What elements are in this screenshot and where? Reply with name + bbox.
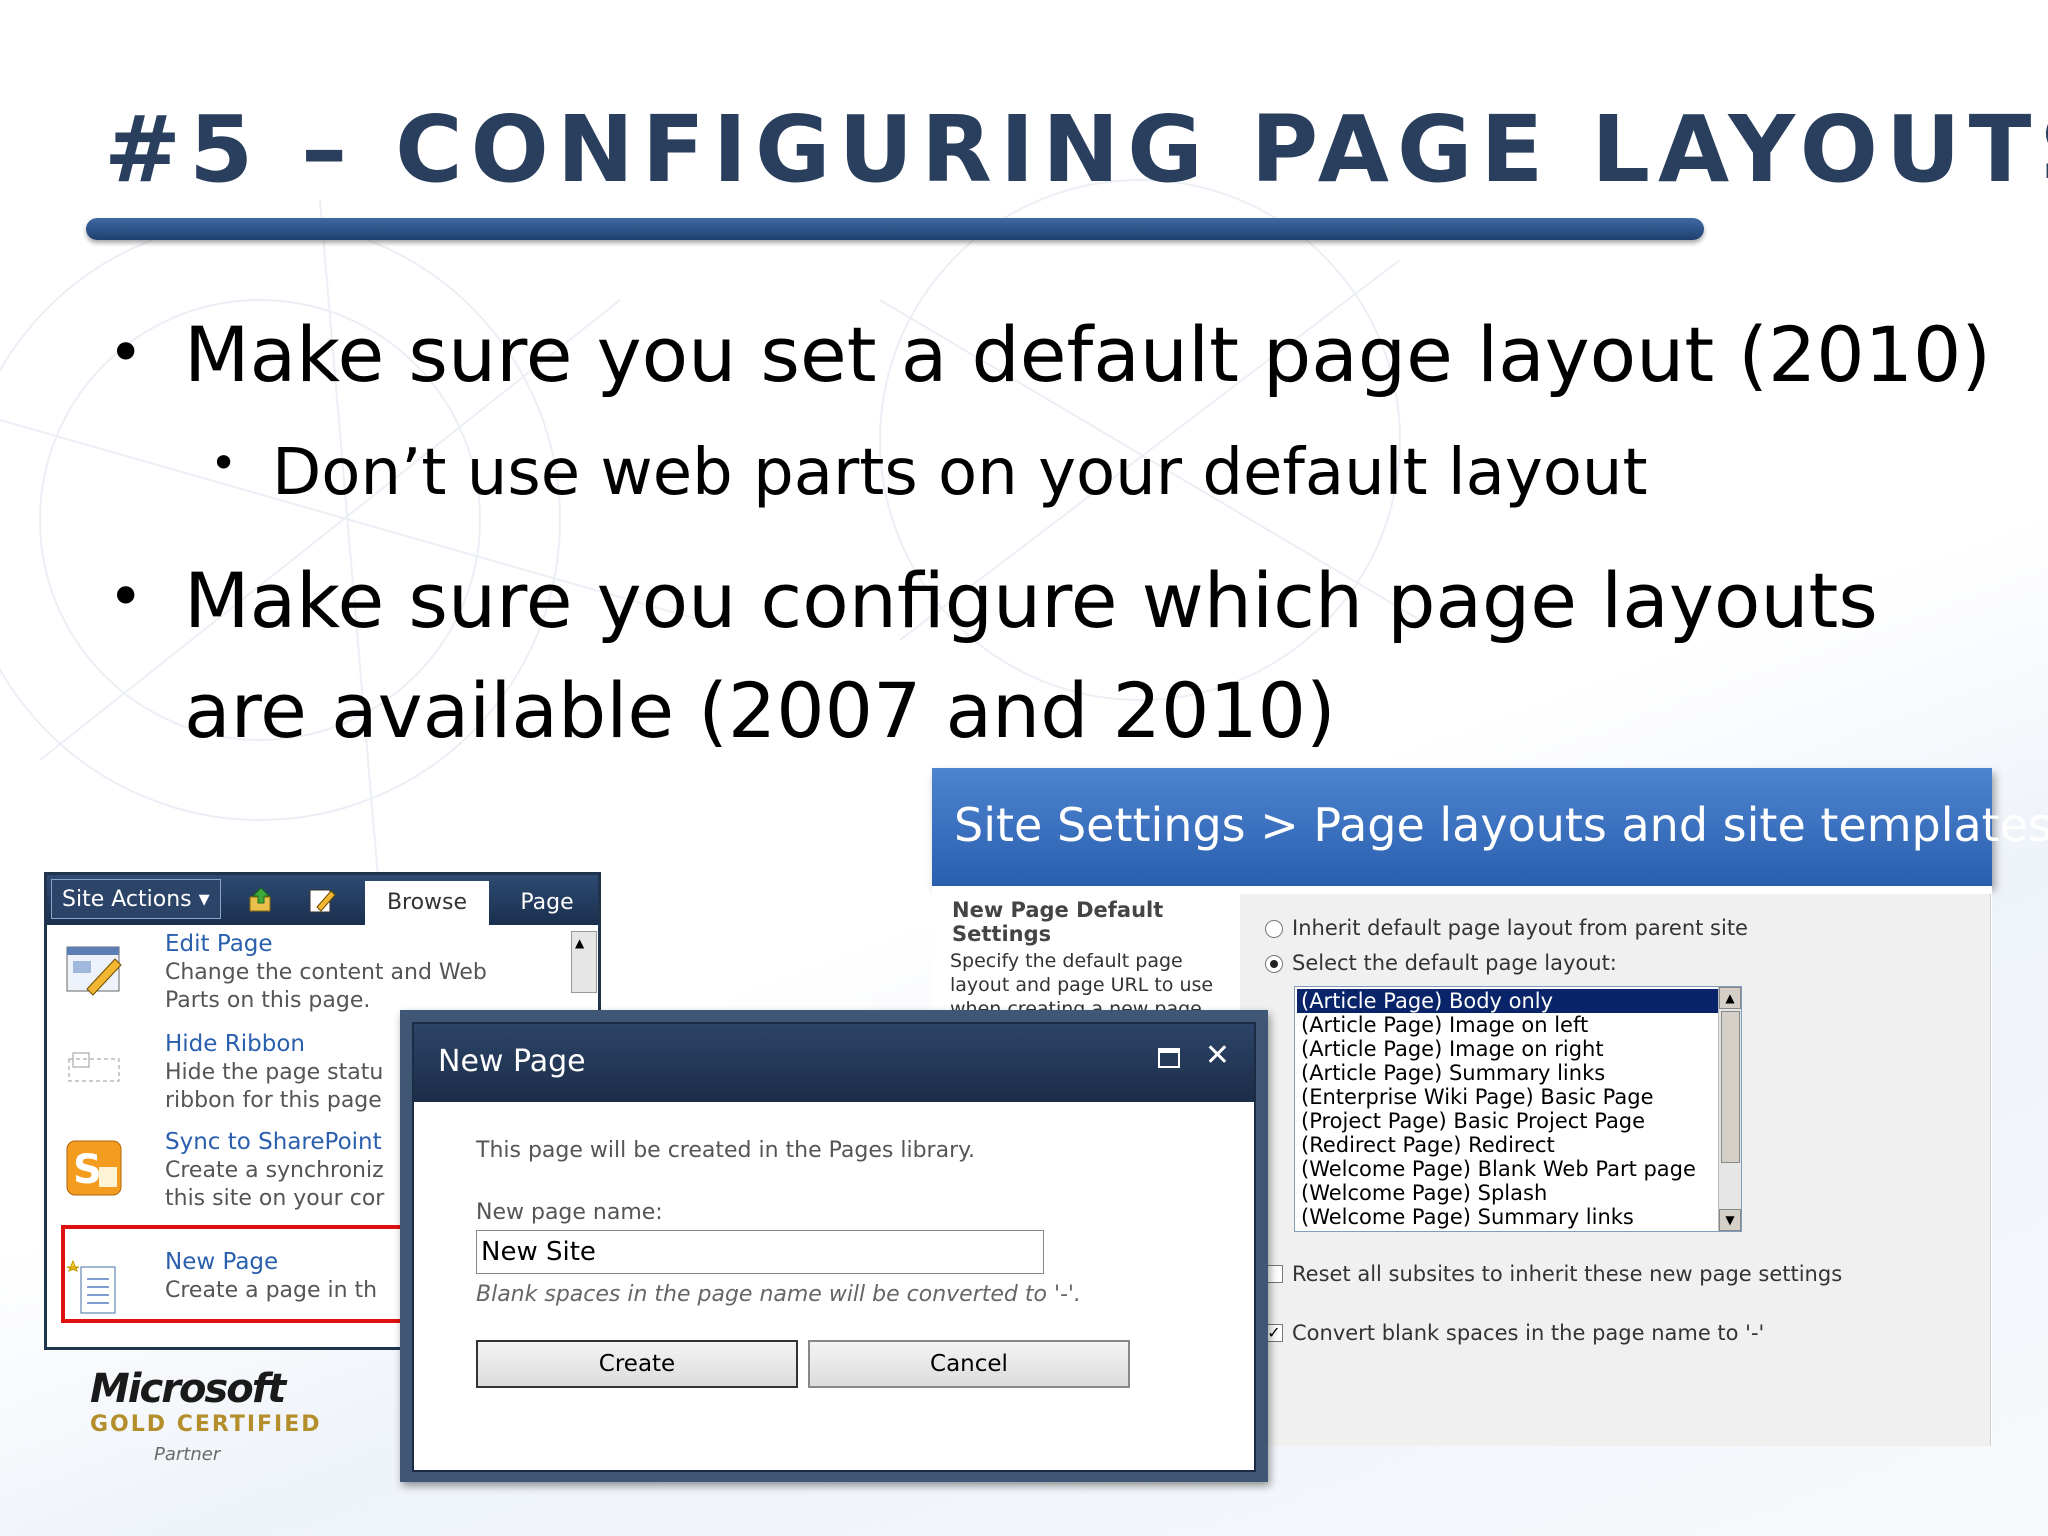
close-icon[interactable]: ✕ [1205,1038,1230,1073]
default-layout-listbox[interactable]: (Article Page) Body only (Article Page) … [1294,986,1742,1232]
microsoft-logo: Microsoft [90,1366,286,1412]
layout-option[interactable]: (Welcome Page) Splash [1297,1181,1721,1205]
ribbon-bar: Site Actions ▾ Browse Page [47,875,598,925]
layout-option[interactable]: (Welcome Page) Summary links [1297,1205,1721,1229]
menu-item-title: Sync to SharePoint [165,1129,382,1155]
tab-browse[interactable]: Browse [365,881,489,925]
menu-item-title: Hide Ribbon [165,1031,305,1057]
menu-item-title: New Page [165,1249,279,1275]
scroll-thumb[interactable] [1721,1011,1740,1163]
menu-item-desc: Create a page in th [165,1278,378,1303]
scroll-up-arrow-icon[interactable]: ▲ [1719,987,1741,1009]
section-title-line2: Settings [952,922,1052,946]
menu-item-hide-ribbon[interactable]: Hide Ribbon Hide the page statu ribbon fo… [55,1031,435,1127]
layout-option[interactable]: (Article Page) Image on left [1297,1013,1721,1037]
radio-select-layout[interactable] [1265,955,1283,973]
menu-item-edit-page[interactable]: Edit Page Change the content and Web Part… [55,931,487,1027]
listbox-scrollbar[interactable]: ▲ ▼ [1718,987,1741,1231]
sharepoint-workspace-icon: S [66,1140,122,1196]
section-desc-line1: Specify the default page [950,950,1183,972]
layout-option[interactable]: (Project Page) Basic Project Page [1297,1109,1721,1133]
bullet-2-line2: are available (2007 and 2010) [184,666,1336,755]
edit-page-icon[interactable] [307,885,337,915]
settings-path-text: Site Settings > Page layouts and site te… [954,798,2048,852]
hide-ribbon-icon [68,1052,120,1082]
settings-path-banner: Site Settings > Page layouts and site te… [932,768,2048,886]
radio-select-label: Select the default page layout: [1292,951,1617,975]
menu-item-desc: Change the content and Web Parts on this … [165,960,487,1013]
edit-page-icon [66,946,122,996]
maximize-icon[interactable] [1158,1048,1180,1068]
dialog-header: New Page ✕ [414,1024,1254,1102]
scroll-down-arrow-icon[interactable]: ▼ [1719,1209,1741,1231]
radio-inherit-layout[interactable] [1265,920,1283,938]
dialog-info-text: This page will be created in the Pages l… [476,1138,975,1163]
section-desc-line3: when creating a new page [950,998,1202,1010]
section-desc-line2: layout and page URL to use [950,974,1214,996]
convert-spaces-label: Convert blank spaces in the page name to… [1292,1321,1765,1345]
bullet-1-sub: Don’t use web parts on your default layo… [272,436,1648,510]
page-name-hint: Blank spaces in the page name will be co… [476,1282,1081,1307]
cancel-button[interactable]: Cancel [808,1340,1130,1388]
layout-option[interactable]: (Article Page) Body only [1297,989,1721,1013]
new-page-dialog: New Page ✕ This page will be created in … [400,1010,1268,1482]
layout-option[interactable]: (Redirect Page) Redirect [1297,1133,1721,1157]
bullet-dot: • [108,318,144,388]
menu-item-sync-sharepoint[interactable]: S Sync to SharePoint Create a synchroniz… [55,1129,435,1225]
menu-item-title: Edit Page [165,931,273,957]
dialog-body: New Page ✕ This page will be created in … [412,1022,1256,1472]
slide-title: #5 – CONFIGURING PAGE LAYOUTS [104,96,2048,203]
section-title-line1: New Page Default [952,898,1164,922]
tab-page[interactable]: Page [499,881,595,925]
new-page-icon [66,1259,116,1314]
navigate-up-icon[interactable] [247,885,277,915]
menu-scrollbar[interactable]: ▲ [571,931,597,993]
reset-subsites-label: Reset all subsites to inherit these new … [1292,1262,1843,1286]
svg-text:S: S [73,1147,102,1193]
layout-option[interactable]: (Article Page) Image on right [1297,1037,1721,1061]
dialog-title: New Page [438,1044,586,1079]
layout-option[interactable]: (Article Page) Summary links [1297,1061,1721,1085]
bullet-2-line1: Make sure you configure which page layou… [184,556,1878,645]
page-name-input[interactable] [476,1230,1044,1274]
menu-item-new-page[interactable]: New Page Create a page in th [55,1249,435,1345]
bullet-1: Make sure you set a default page layout … [184,310,1992,399]
create-button[interactable]: Create [476,1340,798,1388]
page-name-label: New page name: [476,1200,663,1225]
layout-option[interactable]: (Enterprise Wiki Page) Basic Page [1297,1085,1721,1109]
bullet-dot: • [210,436,238,490]
menu-item-desc: Hide the page statu ribbon for this page [165,1060,384,1113]
gold-certified-text: GOLD CERTIFIED [90,1412,322,1437]
bullet-dot: • [108,562,144,632]
site-actions-button[interactable]: Site Actions ▾ [51,879,221,919]
partner-text: Partner [154,1444,221,1465]
radio-inherit-label: Inherit default page layout from parent … [1292,916,1748,940]
title-underline [86,218,1704,240]
menu-item-desc: Create a synchroniz this site on your cor [165,1158,385,1211]
layout-option[interactable]: (Welcome Page) Blank Web Part page [1297,1157,1721,1181]
scroll-up-arrow-icon[interactable]: ▲ [575,936,584,950]
